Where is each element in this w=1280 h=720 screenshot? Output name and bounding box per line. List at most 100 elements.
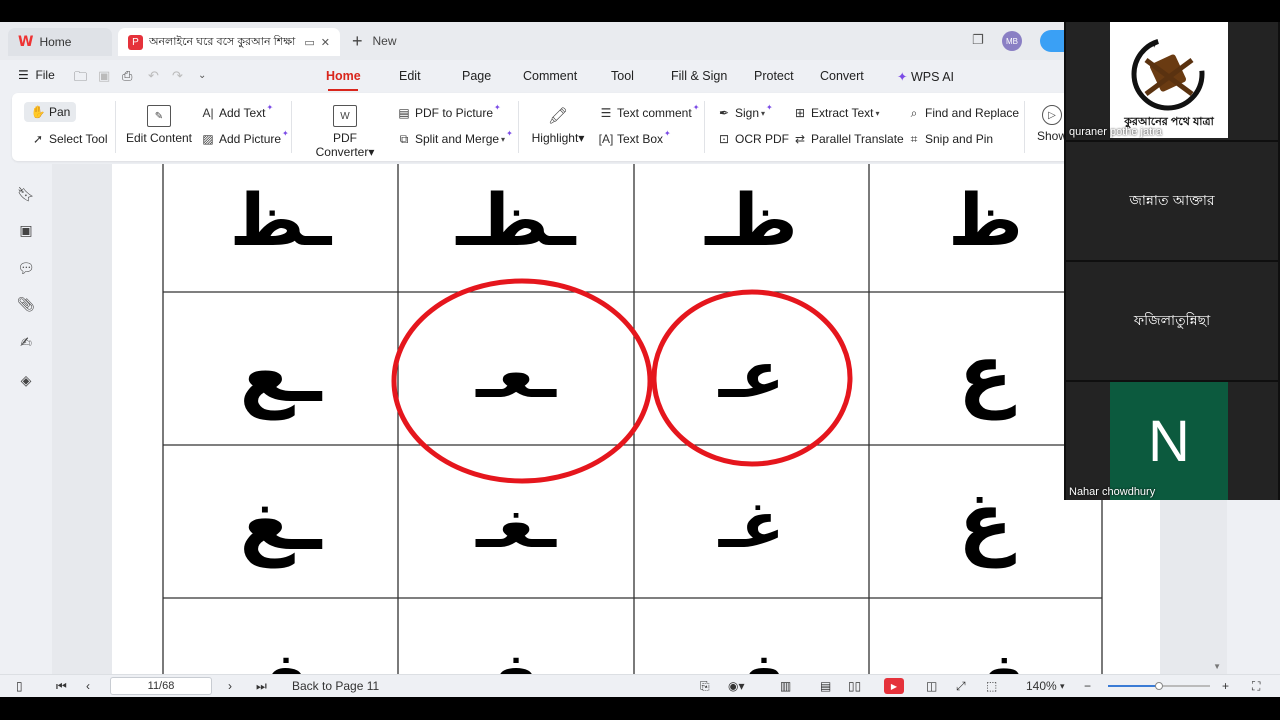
back-to-page-link[interactable]: Back to Page 11 xyxy=(292,679,379,693)
zoom-slider-thumb[interactable] xyxy=(1155,682,1163,690)
hand-icon: ✋ xyxy=(30,105,46,119)
sign-button[interactable]: ✒ Sign ▾ ✦ xyxy=(716,103,773,121)
participant-tile[interactable]: ✦ কুরআনের পথে যাত্রা quraner pothe jatra xyxy=(1066,22,1278,140)
redo-icon[interactable]: ↷ xyxy=(172,68,183,84)
left-sidebar: 🔖︎ ▣ 💬︎ 📎︎ ✍ ◈ xyxy=(0,164,52,674)
participant-name: জান্নাত আক্তার xyxy=(1129,193,1215,209)
bookmark-icon[interactable]: 🔖︎ xyxy=(17,186,35,202)
signature-icon[interactable]: ✍ xyxy=(18,334,34,350)
page-number-input[interactable]: 11/68 xyxy=(110,677,212,695)
channel-logo-image: ✦ কুরআনের পথে যাত্রা xyxy=(1110,22,1228,138)
find-replace-button[interactable]: ⌕ Find and Replace xyxy=(906,105,1019,121)
letter-ghain-medial: ـغـ xyxy=(476,489,556,563)
edit-content-button[interactable]: ✎ Edit Content xyxy=(124,105,194,145)
zoom-in-icon[interactable]: + xyxy=(1222,679,1229,693)
letter-ain-medial: ـعـ xyxy=(476,339,556,413)
ai-sparkle-icon: ✦ xyxy=(692,102,700,112)
chevron-down-icon[interactable]: ⌄ xyxy=(198,70,206,81)
add-picture-button[interactable]: ▨ Add Picture ✦ xyxy=(200,128,289,147)
pan-button[interactable]: ✋ Pan xyxy=(24,102,77,122)
ocr-pdf-button[interactable]: ⊡ OCR PDF xyxy=(716,131,789,147)
highlight-button[interactable]: 🖍 Highlight▾ xyxy=(526,105,590,145)
thumbnail-icon[interactable]: ▣ xyxy=(18,222,34,238)
add-text-button[interactable]: A| Add Text ✦ xyxy=(200,103,273,121)
screen-icon[interactable]: ◫ xyxy=(926,679,937,693)
image-icon: ▨ xyxy=(202,132,214,146)
prev-page-icon[interactable]: ‹ xyxy=(86,679,90,693)
eye-view-icon[interactable]: ◉▾ xyxy=(728,679,745,693)
tab-tool[interactable]: Tool xyxy=(611,69,634,83)
attachment-icon[interactable]: 📎︎ xyxy=(17,296,35,312)
comment-panel-icon[interactable]: 💬︎ xyxy=(17,260,35,276)
undo-icon[interactable]: ↶ xyxy=(148,68,159,84)
participant-tile[interactable]: ফজিলাতুন্নিছা xyxy=(1066,262,1278,380)
zoom-slider-fill xyxy=(1108,685,1159,687)
avatar[interactable]: MB xyxy=(1002,31,1022,51)
zoom-slider[interactable] xyxy=(1108,682,1210,690)
tab-wps-ai[interactable]: ✦ WPS AI xyxy=(897,69,954,84)
split-merge-button[interactable]: ⧉ Split and Merge ▾ ✦ xyxy=(396,129,513,147)
sidebar-toggle-icon[interactable]: ▯ xyxy=(16,679,23,693)
participant-tile[interactable]: জান্নাত আক্তার xyxy=(1066,142,1278,260)
select-tool-button[interactable]: ➚ Select Tool xyxy=(30,131,108,147)
save-icon[interactable]: ▣ xyxy=(98,68,110,84)
tab-edit[interactable]: Edit xyxy=(399,69,421,83)
dropdown-arrow-icon: ▾ xyxy=(368,145,375,159)
add-picture-label: Add Picture xyxy=(219,132,282,146)
letter-zha-medial: ـظـ xyxy=(456,178,576,262)
last-page-icon[interactable]: ⏭︎ xyxy=(256,679,267,694)
tab-home[interactable]: W Home xyxy=(8,28,112,56)
tab-protect[interactable]: Protect xyxy=(754,69,794,83)
text-comment-label: Text comment xyxy=(617,106,692,120)
tab-document[interactable]: P অনলাইনে ঘরে বসে কুরআন শিক্ষা ▭ ✕ xyxy=(118,28,340,56)
snip-pin-button[interactable]: ⌗ Snip and Pin xyxy=(906,131,993,147)
fullscreen-page-icon[interactable]: ⬚ xyxy=(986,679,997,693)
divider xyxy=(704,101,705,153)
zoom-dropdown-icon[interactable]: ▾ xyxy=(1060,681,1065,692)
tab-convert[interactable]: Convert xyxy=(820,69,864,83)
dropdown-arrow-icon: ▾ xyxy=(875,108,880,118)
tab-home-ribbon[interactable]: Home xyxy=(326,69,361,83)
monitor-icon[interactable]: ▭ xyxy=(304,36,314,49)
text-comment-button[interactable]: ☰ Text comment ✦ xyxy=(598,102,700,121)
scroll-down-icon[interactable]: ▼ xyxy=(1213,662,1221,671)
print-icon[interactable]: ⎙ xyxy=(122,68,132,84)
document-viewport[interactable]: ـظ ـظـ ظـ ظ ـع ـعـ عـ ع ـغ ـغـ غـ غ ـف ـ… xyxy=(52,164,1227,674)
select-tool-label: Select Tool xyxy=(49,132,108,146)
fullscreen-icon[interactable]: ⛶ xyxy=(1252,679,1260,694)
open-folder-icon[interactable]: 🗀 xyxy=(74,68,87,90)
layers-icon[interactable]: ◈ xyxy=(18,372,34,388)
close-tab-icon[interactable]: ✕ xyxy=(321,36,330,49)
tab-comment[interactable]: Comment xyxy=(523,69,577,83)
extract-text-button[interactable]: ⊞ Extract Text ▾ xyxy=(792,105,880,121)
text-box-button[interactable]: [A] Text Box ✦ xyxy=(598,129,671,147)
divider xyxy=(115,101,116,153)
read-mode-icon[interactable]: ▶ xyxy=(884,678,904,694)
continuous-page-icon[interactable]: ▤ xyxy=(820,679,831,693)
letter-ain-final: ـع xyxy=(239,327,322,420)
single-page-icon[interactable]: ▥ xyxy=(780,679,791,693)
fit-page-icon[interactable]: ⎘ xyxy=(700,679,710,694)
fit-width-icon[interactable]: ⤢ xyxy=(956,679,966,694)
first-page-icon[interactable]: ⏮︎ xyxy=(56,679,67,694)
video-participants-panel: ✦ কুরআনের পথে যাত্রা quraner pothe jatra… xyxy=(1064,22,1280,500)
letter-zha-final: ـظ xyxy=(229,178,332,262)
highlight-label: Highlight xyxy=(531,131,579,145)
window-restore-icon[interactable]: ❐ xyxy=(972,32,984,48)
parallel-translate-button[interactable]: ⇄ Parallel Translate xyxy=(792,131,904,147)
tab-fill-sign[interactable]: Fill & Sign xyxy=(671,69,727,83)
pdf-to-picture-button[interactable]: ▤ PDF to Picture ✦ xyxy=(396,103,500,121)
zoom-out-icon[interactable]: − xyxy=(1084,679,1091,693)
text-box-label: Text Box xyxy=(617,132,664,146)
two-page-icon[interactable]: ▯▯ xyxy=(848,679,861,693)
new-tab-button[interactable]: + New xyxy=(352,32,397,50)
tab-page[interactable]: Page xyxy=(462,69,491,83)
new-tab-label: New xyxy=(372,34,397,48)
pdf-converter-button[interactable]: W PDF Converter▾ xyxy=(302,105,388,159)
zoom-level[interactable]: 140% xyxy=(1026,679,1057,693)
participant-tile[interactable]: N Nahar chowdhury xyxy=(1066,382,1278,500)
next-page-icon[interactable]: › xyxy=(228,679,232,693)
ai-sparkle-icon: ✦ xyxy=(282,128,289,138)
tab-document-title: অনলাইনে ঘরে বসে কুরআন শিক্ষা xyxy=(148,35,296,48)
file-menu[interactable]: ☰ File xyxy=(18,68,55,82)
